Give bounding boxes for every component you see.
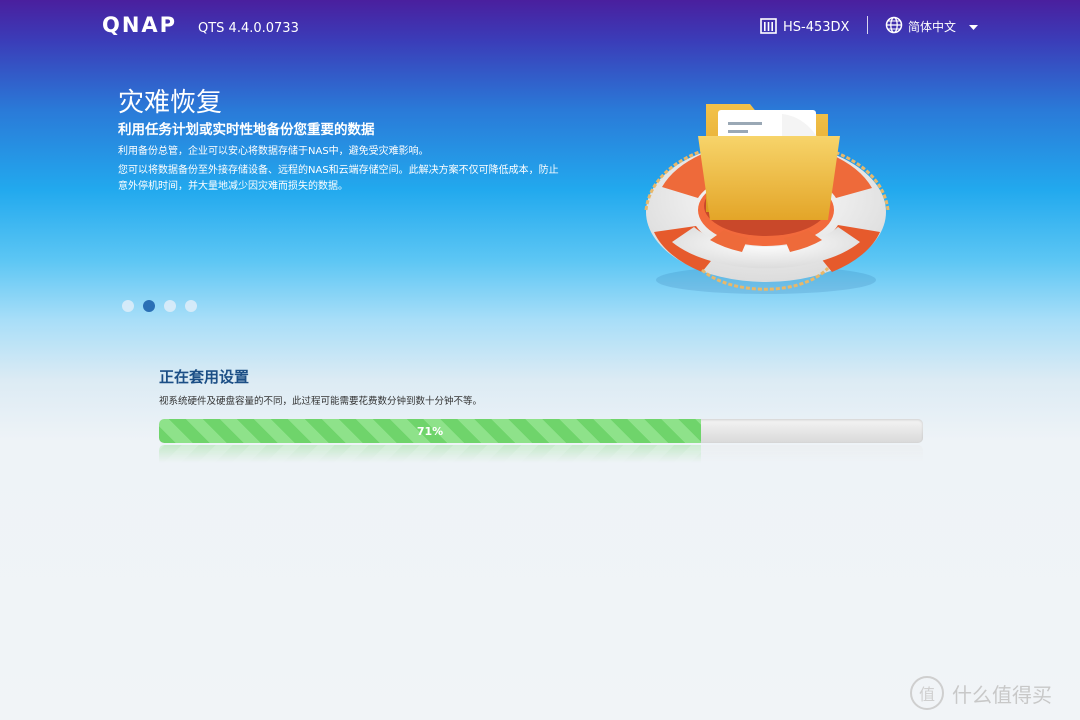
status-title: 正在套用设置 bbox=[159, 368, 250, 386]
progress-bar-reflection bbox=[159, 445, 923, 463]
progress-bar: 71% bbox=[159, 419, 923, 443]
progress-percent: 71% bbox=[416, 424, 444, 438]
hero-description-1: 利用备份总管，企业可以安心将数据存储于NAS中，避免受灾难影响。 bbox=[118, 146, 429, 157]
nas-device-icon bbox=[760, 17, 777, 38]
device-model-label: HS-453DX bbox=[783, 20, 850, 35]
carousel-dot-1[interactable] bbox=[122, 300, 134, 312]
hero-description-2: 您可以将数据备份至外接存储设备、远程的NAS和云端存储空间。此解决方案不仅可降低… bbox=[118, 165, 559, 192]
status-description: 视系统硬件及硬盘容量的不同，此过程可能需要花费数分钟到数十分钟不等。 bbox=[159, 396, 483, 407]
top-bar: QNAP QTS 4.4.0.0733 HS-453DX 简体中文 bbox=[0, 0, 1080, 54]
carousel-dot-2[interactable] bbox=[143, 300, 155, 312]
watermark-text: 什么值得买 bbox=[952, 682, 1052, 707]
hero-subtitle: 利用任务计划或实时性地备份您重要的数据 bbox=[118, 122, 375, 138]
globe-icon bbox=[885, 16, 903, 37]
hero-title: 灾难恢复 bbox=[118, 88, 223, 118]
header-divider bbox=[867, 16, 868, 34]
carousel-dot-3[interactable] bbox=[164, 300, 176, 312]
device-model: HS-453DX bbox=[760, 17, 849, 38]
chevron-down-icon bbox=[969, 20, 979, 34]
firmware-version: QTS 4.4.0.0733 bbox=[198, 21, 299, 36]
watermark: 值 什么值得买 bbox=[910, 676, 1052, 710]
qnap-logo: QNAP bbox=[102, 13, 178, 37]
carousel-dot-4[interactable] bbox=[185, 300, 197, 312]
carousel-indicator bbox=[122, 300, 197, 312]
language-selector[interactable]: 简体中文 bbox=[885, 16, 979, 37]
language-label: 简体中文 bbox=[908, 20, 957, 34]
watermark-logo-icon: 值 bbox=[910, 676, 944, 710]
lifebuoy-folder-illustration bbox=[632, 92, 902, 306]
